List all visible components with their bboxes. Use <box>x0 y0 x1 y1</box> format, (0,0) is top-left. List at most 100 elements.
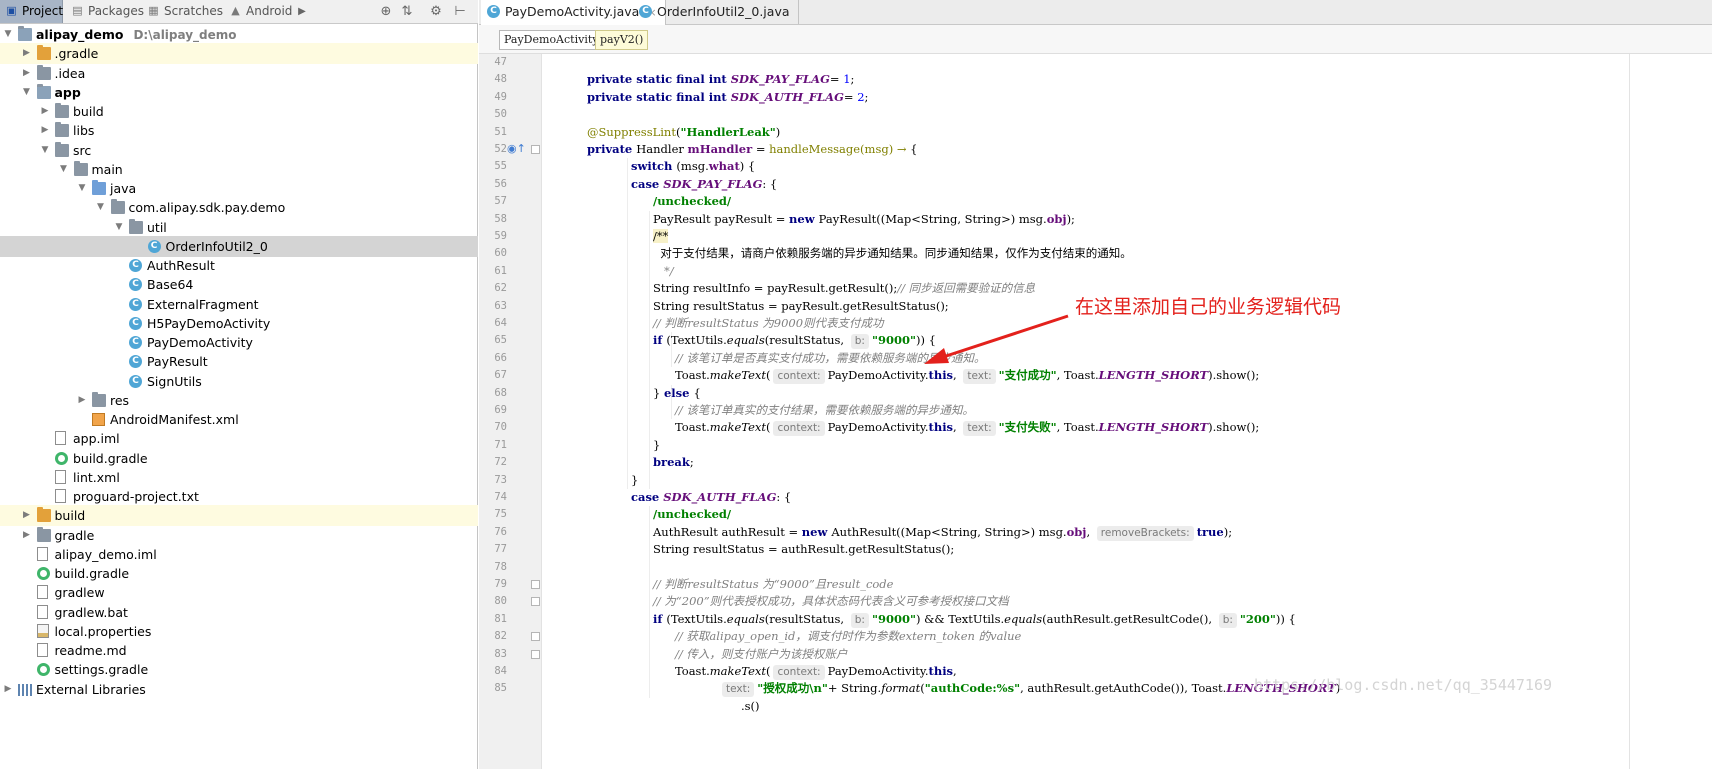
tree-row[interactable]: C AuthResult <box>0 255 478 276</box>
breadcrumb-method[interactable]: payV2() <box>595 30 649 50</box>
code-line[interactable]: String resultStatus = authResult.getResu… <box>653 540 954 559</box>
code-line[interactable]: break; <box>653 453 694 472</box>
tree-row[interactable]: ▼ src <box>0 140 478 161</box>
tree-row[interactable]: C Base64 <box>0 274 478 295</box>
code-line[interactable]: AuthResult authResult = new AuthResult((… <box>653 523 1232 542</box>
code-line[interactable]: String resultStatus = payResult.getResul… <box>653 297 949 316</box>
code-line[interactable]: switch (msg.what) { <box>631 157 755 176</box>
tree-row[interactable]: C PayDemoActivity <box>0 332 478 353</box>
expanded-arrow-icon[interactable]: ▼ <box>21 82 33 103</box>
code-line[interactable]: /unchecked/ <box>653 505 731 524</box>
code-line[interactable]: // 判断resultStatus 为9000则代表支付成功 <box>653 314 884 333</box>
fold-toggle-icon[interactable] <box>531 632 540 642</box>
tree-row[interactable]: ▼ util <box>0 217 478 238</box>
tree-row[interactable]: C OrderInfoUtil2_0 <box>0 235 478 257</box>
tree-row[interactable]: ▶ .idea <box>0 63 478 84</box>
tab-scratches[interactable]: ▦ Scratches <box>142 0 223 23</box>
tab-android[interactable]: ▲ Android <box>224 0 292 23</box>
code-line[interactable]: case SDK_PAY_FLAG: { <box>631 175 777 194</box>
tree-row[interactable]: ▼ com.alipay.sdk.pay.demo <box>0 197 478 218</box>
code-line[interactable]: .s() <box>741 697 760 716</box>
code-line[interactable]: // 为“200”则代表授权成功，具体状态码代表含义可参考授权接口文档 <box>653 592 1009 611</box>
code-line[interactable]: // 该笔订单真实的支付结果，需要依赖服务端的异步通知。 <box>675 401 974 420</box>
fold-toggle-icon[interactable] <box>531 597 540 607</box>
code-line[interactable]: Toast.makeText(context: PayDemoActivity.t… <box>675 418 1259 437</box>
tree-row[interactable]: ▶ build <box>0 505 478 527</box>
editor-tab[interactable]: C OrderInfoUtil2_0.java <box>633 0 799 24</box>
code-line[interactable]: text: "授权成功\n"+ String.format("authCode:%… <box>719 679 1340 698</box>
code-line[interactable]: // 该笔订单是否真实支付成功，需要依赖服务端的异步通知。 <box>675 349 985 368</box>
tree-row[interactable]: ▼ java <box>0 178 478 199</box>
collapsed-arrow-icon[interactable]: ▶ <box>21 63 33 84</box>
more-tabs-icon[interactable]: ▶ <box>294 4 310 20</box>
collapsed-arrow-icon[interactable]: ▶ <box>21 525 33 546</box>
collapsed-arrow-icon[interactable]: ▶ <box>2 679 14 700</box>
tree-row[interactable]: app.iml <box>0 428 478 449</box>
code-line[interactable]: if (TextUtils.equals(resultStatus, b: "90… <box>653 331 936 350</box>
tree-row[interactable]: C SignUtils <box>0 371 478 392</box>
fold-toggle-icon[interactable] <box>531 580 540 589</box>
collapsed-arrow-icon[interactable]: ▶ <box>76 390 88 411</box>
tree-row[interactable]: ▶ res <box>0 390 478 411</box>
tree-row[interactable]: ▶ build <box>0 101 478 122</box>
tree-row[interactable]: ▶ External Libraries <box>0 679 478 700</box>
tab-packages[interactable]: ▤ Packages <box>66 0 144 23</box>
settings-icon[interactable]: ⚙ <box>428 4 444 20</box>
code-line[interactable]: // 获取alipay_open_id，调支付时作为参数extern_token… <box>675 627 1021 646</box>
tree-row[interactable]: C H5PayDemoActivity <box>0 313 478 334</box>
tree-row[interactable]: gradlew <box>0 582 478 603</box>
collapse-all-icon[interactable]: ⇅ <box>399 4 415 20</box>
hide-panel-icon[interactable]: ⊢ <box>452 4 468 20</box>
code-line[interactable]: } else { <box>653 384 701 403</box>
tree-row[interactable]: build.gradle <box>0 563 478 584</box>
tree-row[interactable]: ▶ libs <box>0 120 478 141</box>
tree-row[interactable]: readme.md <box>0 640 478 661</box>
code-line[interactable]: case SDK_AUTH_FLAG: { <box>631 488 791 507</box>
expanded-arrow-icon[interactable]: ▼ <box>113 217 125 238</box>
expanded-arrow-icon[interactable]: ▼ <box>76 178 88 199</box>
code-line[interactable]: private static final int SDK_AUTH_FLAG= … <box>587 88 868 107</box>
collapsed-arrow-icon[interactable]: ▶ <box>39 120 51 141</box>
fold-toggle-icon[interactable] <box>531 145 540 154</box>
tree-row[interactable]: ▼ alipay_demo D:\alipay_demo <box>0 24 478 45</box>
code-area[interactable]: private static final int SDK_PAY_FLAG= 1… <box>543 54 1712 769</box>
expanded-arrow-icon[interactable]: ▼ <box>95 197 107 218</box>
breadcrumb-class[interactable]: PayDemoActivity <box>499 30 604 50</box>
code-line[interactable]: // 判断resultStatus 为“9000”且result_code <box>653 575 893 594</box>
collapsed-arrow-icon[interactable]: ▶ <box>21 43 33 64</box>
tree-row[interactable]: gradlew.bat <box>0 602 478 623</box>
tree-row[interactable]: proguard-project.txt <box>0 486 478 507</box>
code-line[interactable]: private static final int SDK_PAY_FLAG= 1… <box>587 70 854 89</box>
collapsed-arrow-icon[interactable]: ▶ <box>39 101 51 122</box>
tree-row[interactable]: local.properties <box>0 621 478 642</box>
code-line[interactable]: PayResult payResult = new PayResult((Map… <box>653 210 1075 229</box>
code-line[interactable]: if (TextUtils.equals(resultStatus, b: "90… <box>653 610 1296 629</box>
tree-row[interactable]: ▼ app <box>0 82 478 103</box>
expanded-arrow-icon[interactable]: ▼ <box>58 159 70 180</box>
tab-project[interactable]: ▣ Project <box>0 0 63 23</box>
code-line[interactable]: } <box>653 436 660 455</box>
code-line[interactable]: @SuppressLint("HandlerLeak") <box>587 123 780 142</box>
tree-row[interactable]: build.gradle <box>0 448 478 469</box>
tree-row[interactable]: ▶ gradle <box>0 525 478 546</box>
code-line[interactable]: Toast.makeText(context: PayDemoActivity.t… <box>675 662 957 681</box>
collapsed-arrow-icon[interactable]: ▶ <box>21 505 33 526</box>
code-line[interactable]: // 传入，则支付账户为该授权账户 <box>675 645 847 664</box>
override-marker-icon[interactable]: ◉↑ <box>507 143 526 155</box>
tree-row[interactable]: settings.gradle <box>0 659 478 680</box>
code-line[interactable]: */ <box>653 262 674 281</box>
code-line[interactable]: } <box>631 471 638 490</box>
tree-row[interactable]: ▶ .gradle <box>0 43 478 65</box>
tree-row[interactable]: ▼ main <box>0 159 478 180</box>
tree-row[interactable]: C PayResult <box>0 351 478 372</box>
expanded-arrow-icon[interactable]: ▼ <box>2 24 14 45</box>
expanded-arrow-icon[interactable]: ▼ <box>39 140 51 161</box>
tree-row[interactable]: alipay_demo.iml <box>0 544 478 565</box>
code-line[interactable]: /unchecked/ <box>653 192 731 211</box>
tree-row[interactable]: lint.xml <box>0 467 478 488</box>
code-line[interactable]: String resultInfo = payResult.getResult(… <box>653 279 1035 298</box>
tree-row[interactable]: C ExternalFragment <box>0 294 478 315</box>
code-line[interactable]: 对于支付结果，请商户依赖服务端的异步通知结果。同步通知结果，仅作为支付结束的通知… <box>653 244 1132 263</box>
fold-toggle-icon[interactable] <box>531 649 540 659</box>
code-line[interactable]: private Handler mHandler = handleMessage… <box>587 140 917 159</box>
